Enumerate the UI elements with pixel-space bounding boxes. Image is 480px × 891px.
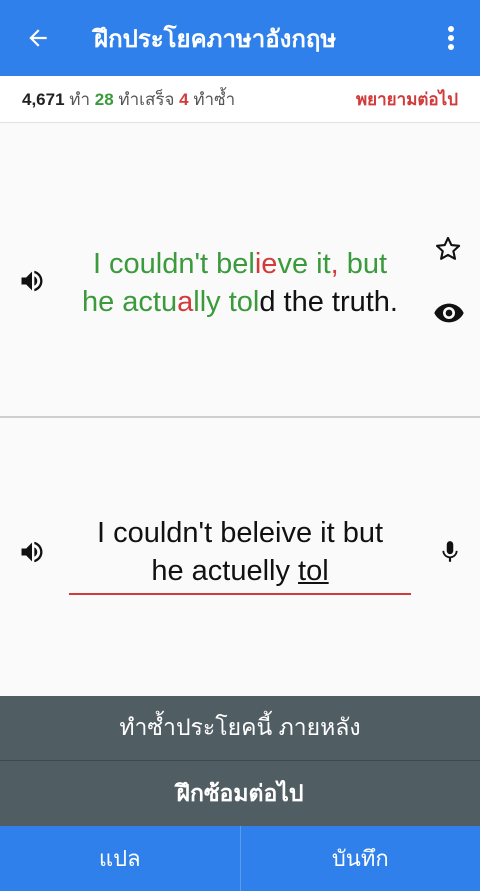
target-segment: ie: [254, 248, 278, 280]
stats-summary: 4,671 ทำ 28 ทำเสร็จ 4 ทำซ้ำ: [22, 86, 235, 113]
translate-label: แปล: [98, 846, 141, 871]
keep-trying-label: พยายามต่อไป: [355, 89, 458, 109]
play-answer-button[interactable]: [16, 536, 48, 568]
target-segment: he actu: [81, 286, 178, 318]
target-segment: ,: [330, 248, 339, 280]
answer-line-2: he actuelly tol: [60, 552, 420, 590]
target-sentence: I couldn't believe it, but he actually t…: [60, 245, 420, 321]
target-segment: d the truth.: [259, 286, 398, 318]
done-count: 28: [94, 89, 114, 109]
speaker-icon: [21, 541, 43, 563]
target-segment: lly tol: [193, 286, 260, 318]
next-practice-button[interactable]: ฝึกซ้อมต่อไป: [0, 761, 480, 826]
reveal-button[interactable]: [432, 297, 466, 329]
star-outline-icon: [435, 236, 461, 260]
done-label: ทำเสร็จ: [113, 89, 180, 109]
repeat-later-label: ทำซ้ำประโยคนี้ ภายหลัง: [119, 714, 361, 740]
answer-line-1: I couldn't beleive it but: [96, 517, 384, 549]
target-line-1: I couldn't believe it, but: [60, 245, 420, 283]
more-vert-icon: [448, 26, 454, 50]
target-segment: but: [338, 248, 388, 280]
input-underline: [69, 593, 411, 595]
total-label: ทำ: [64, 89, 95, 109]
target-line-2: he actually told the truth.: [60, 283, 420, 321]
translate-button[interactable]: แปล: [0, 826, 240, 891]
favorite-button[interactable]: [432, 233, 464, 265]
overflow-menu-button[interactable]: [422, 0, 480, 76]
stats-bar: 4,671 ทำ 28 ทำเสร็จ 4 ทำซ้ำ พยายามต่อไป: [0, 76, 480, 123]
target-sentence-panel: I couldn't believe it, but he actually t…: [0, 123, 480, 416]
answer-input[interactable]: I couldn't beleive it but he actuelly to…: [60, 514, 420, 590]
app-bar: ฝึกประโยคภาษาอังกฤษ: [0, 0, 480, 76]
speaker-icon: [21, 270, 43, 292]
bottom-bar: แปล บันทึก: [0, 826, 480, 891]
target-segment: I couldn't bel: [92, 248, 255, 280]
target-segment: a: [177, 286, 194, 318]
answer-line-2-text: he actuelly: [151, 555, 299, 587]
repeat-count: 4: [179, 89, 189, 109]
back-button[interactable]: [0, 0, 76, 76]
page-title: ฝึกประโยคภาษาอังกฤษ: [94, 25, 337, 53]
mic-button[interactable]: [436, 536, 464, 568]
answer-current-word: tol: [298, 555, 329, 587]
save-label: บันทึก: [331, 846, 389, 871]
repeat-later-button[interactable]: ทำซ้ำประโยคนี้ ภายหลัง: [0, 696, 480, 761]
next-practice-label: ฝึกซ้อมต่อไป: [176, 779, 304, 806]
back-arrow-icon: [29, 29, 47, 47]
repeat-label: ทำซ้ำ: [188, 89, 236, 109]
mic-icon: [442, 541, 458, 562]
total-count: 4,671: [22, 89, 65, 109]
play-target-button[interactable]: [16, 265, 48, 297]
eye-icon: [434, 303, 464, 323]
answer-panel: I couldn't beleive it but he actuelly to…: [0, 418, 480, 696]
target-segment: ve it: [277, 248, 331, 280]
save-button[interactable]: บันทึก: [241, 826, 480, 891]
